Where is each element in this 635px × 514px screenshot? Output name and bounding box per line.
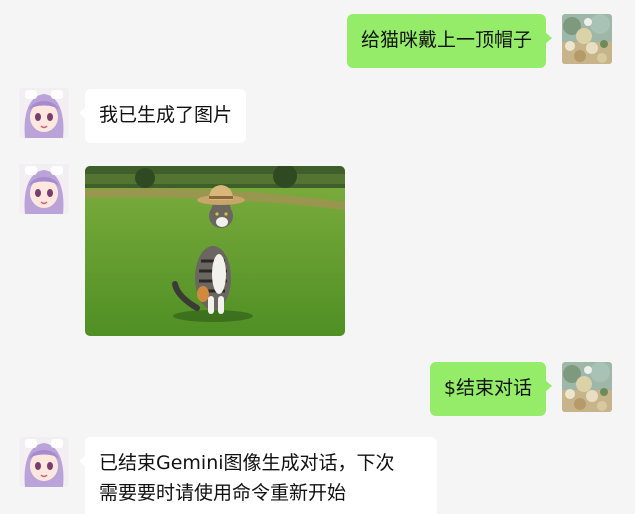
message-text: 我已生成了图片 [99, 104, 233, 126]
bot-avatar[interactable] [19, 88, 69, 138]
flower-field-avatar-icon [562, 14, 612, 64]
user-avatar[interactable] [562, 362, 612, 412]
incoming-message-bubble[interactable]: 我已生成了图片 [78, 89, 247, 143]
anime-girl-avatar-icon [19, 437, 69, 487]
anime-girl-avatar-icon [19, 88, 69, 138]
bot-avatar[interactable] [19, 437, 69, 487]
cat-with-straw-hat-image [85, 166, 345, 336]
flower-field-avatar-icon [562, 362, 612, 412]
message-text: $结束对话 [443, 377, 532, 399]
bot-avatar[interactable] [19, 164, 69, 214]
chat-window: 给猫咪戴上一顶帽子 我已生成了图片 $结束对话 已结束Gemini图像生成对话，… [0, 0, 635, 514]
generated-image[interactable] [85, 166, 345, 336]
message-text-line-2: 需要要时请使用命令重新开始 [99, 482, 347, 504]
outgoing-message-bubble[interactable]: $结束对话 [429, 362, 553, 416]
message-text: 给猫咪戴上一顶帽子 [360, 29, 532, 51]
outgoing-message-bubble[interactable]: 给猫咪戴上一顶帽子 [346, 14, 553, 68]
anime-girl-avatar-icon [19, 164, 69, 214]
message-text-line-1: 已结束Gemini图像生成对话，下次 [99, 452, 395, 474]
user-avatar[interactable] [562, 14, 612, 64]
incoming-message-bubble[interactable]: 已结束Gemini图像生成对话，下次 需要要时请使用命令重新开始 [79, 437, 437, 514]
